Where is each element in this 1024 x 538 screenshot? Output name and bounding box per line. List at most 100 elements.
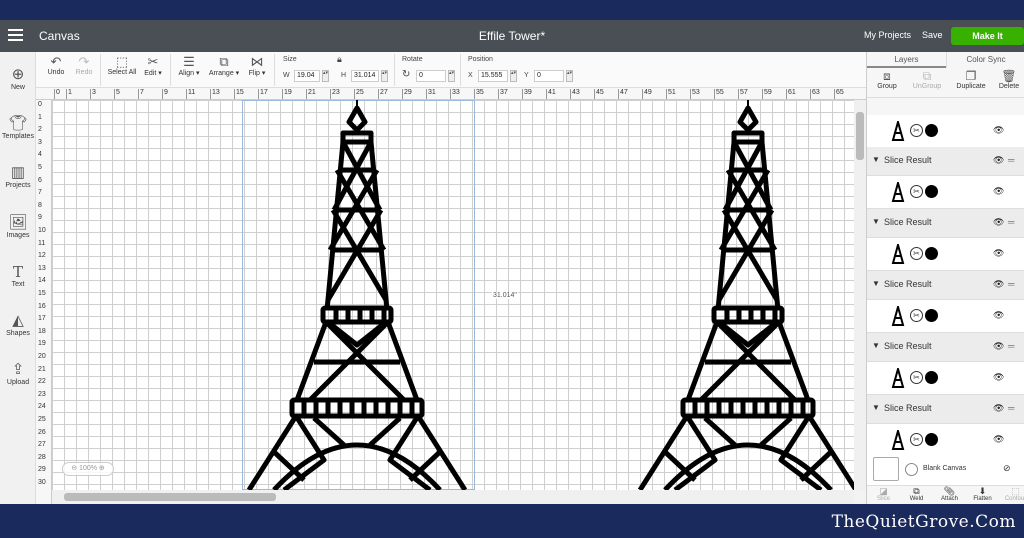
visibility-eye-icon[interactable]: 👁︎ bbox=[993, 310, 1004, 321]
ruler-tick-label: 5 bbox=[114, 89, 120, 99]
y-position-stepper[interactable]: ▴▾ bbox=[566, 70, 573, 82]
arrange-menu-button[interactable]: ⧉ Arrange ▾ bbox=[206, 55, 242, 78]
width-input[interactable]: 19.04 bbox=[294, 70, 320, 82]
x-label: X bbox=[468, 72, 473, 79]
layer-group-header[interactable]: ▼ Slice Result 👁︎ ═ bbox=[867, 209, 1024, 238]
layer-group-header[interactable]: ▼ Slice Result 👁︎ ═ bbox=[867, 271, 1024, 300]
horizontal-scroll-thumb[interactable] bbox=[64, 493, 276, 501]
layer-color-swatch[interactable] bbox=[925, 247, 938, 260]
edit-menu-button[interactable]: ✂ Edit ▾ bbox=[140, 55, 166, 78]
visibility-eye-icon[interactable]: 👁︎ bbox=[993, 155, 1004, 166]
layer-color-swatch[interactable] bbox=[925, 185, 938, 198]
redo-button[interactable]: ↷ Redo bbox=[72, 55, 96, 77]
make-it-button[interactable]: Make It bbox=[951, 27, 1024, 45]
align-menu-button[interactable]: ☰ Align ▾ bbox=[174, 55, 204, 78]
visibility-eye-icon[interactable]: 👁︎ bbox=[993, 125, 1004, 136]
zoom-control[interactable]: ⊖ 100% ⊕ bbox=[62, 462, 114, 476]
collapse-chevron-icon[interactable]: ▼ bbox=[872, 217, 880, 226]
tab-color-sync[interactable]: Color Sync bbox=[946, 52, 1024, 68]
layer-item[interactable]: ✂ 👁︎ bbox=[867, 362, 1024, 395]
horizontal-scrollbar[interactable] bbox=[52, 490, 854, 504]
delete-button[interactable]: 🗑︎ Delete bbox=[993, 70, 1024, 91]
flatten-button[interactable]: ⬇ Flatten bbox=[966, 486, 999, 502]
operation-cut-icon[interactable]: ✂ bbox=[910, 309, 923, 322]
eiffel-tower-right[interactable] bbox=[635, 100, 854, 490]
ruler-tick-label: 31 bbox=[426, 89, 436, 99]
drag-handle-icon[interactable]: ═ bbox=[1008, 403, 1014, 413]
layer-color-swatch[interactable] bbox=[925, 433, 938, 446]
select-all-button[interactable]: ⬚ Select All bbox=[106, 55, 138, 77]
rotate-stepper[interactable]: ▴▾ bbox=[448, 70, 455, 82]
visibility-eye-icon[interactable]: 👁︎ bbox=[993, 403, 1004, 414]
layer-group-header[interactable]: ▼ Slice Result 👁︎ ═ bbox=[867, 333, 1024, 362]
visibility-eye-icon[interactable]: 👁︎ bbox=[993, 341, 1004, 352]
operation-cut-icon[interactable]: ✂ bbox=[910, 371, 923, 384]
vertical-scroll-thumb[interactable] bbox=[856, 112, 864, 160]
visibility-eye-icon[interactable]: 👁︎ bbox=[993, 248, 1004, 259]
visibility-eye-icon[interactable]: 👁︎ bbox=[993, 279, 1004, 290]
visibility-eye-icon[interactable]: 👁︎ bbox=[993, 217, 1004, 228]
operation-cut-icon[interactable]: ✂ bbox=[910, 124, 923, 137]
layer-color-swatch[interactable] bbox=[925, 309, 938, 322]
flip-icon: ⋈ bbox=[250, 54, 264, 69]
contour-button[interactable]: ⬚Contour bbox=[999, 486, 1024, 502]
blank-canvas-swatch[interactable] bbox=[873, 457, 899, 481]
duplicate-button[interactable]: ❐ Duplicate bbox=[951, 70, 991, 91]
vertical-scrollbar[interactable] bbox=[854, 100, 866, 490]
weld-button[interactable]: ⧉ Weld bbox=[900, 486, 933, 502]
operation-cut-icon[interactable]: ✂ bbox=[910, 185, 923, 198]
undo-button[interactable]: ↶ Undo bbox=[44, 55, 68, 77]
width-stepper[interactable]: ▴▾ bbox=[322, 70, 329, 82]
blank-canvas-color-circle[interactable] bbox=[905, 463, 918, 476]
x-position-stepper[interactable]: ▴▾ bbox=[510, 70, 517, 82]
layer-group-header[interactable]: ▼ Slice Result 👁︎ ═ bbox=[867, 147, 1024, 176]
drag-handle-icon[interactable]: ═ bbox=[1008, 155, 1014, 165]
collapse-chevron-icon[interactable]: ▼ bbox=[872, 279, 880, 288]
drag-handle-icon[interactable]: ═ bbox=[1008, 217, 1014, 227]
blank-canvas-row[interactable]: Blank Canvas ⊘ bbox=[867, 452, 1024, 486]
visibility-eye-icon[interactable]: 👁︎ bbox=[993, 372, 1004, 383]
sidebar-item-text[interactable]: T Text bbox=[0, 263, 36, 288]
sidebar-item-shapes[interactable]: ◭ Shapes bbox=[0, 312, 36, 337]
slice-button[interactable]: ◪ Slice bbox=[867, 486, 900, 502]
sidebar-item-images[interactable]: 🖼︎ Images bbox=[0, 214, 36, 239]
layer-item[interactable]: ✂ 👁︎ bbox=[867, 300, 1024, 333]
layer-color-swatch[interactable] bbox=[925, 371, 938, 384]
operation-cut-icon[interactable]: ✂ bbox=[910, 433, 923, 446]
ruler-tick-label: 11 bbox=[38, 239, 46, 247]
drag-handle-icon[interactable]: ═ bbox=[1008, 341, 1014, 351]
lock-icon[interactable]: 🔒︎ bbox=[337, 54, 342, 65]
tab-layers[interactable]: Layers bbox=[867, 52, 946, 68]
layer-item[interactable]: ✂ 👁︎ bbox=[867, 238, 1024, 271]
collapse-chevron-icon[interactable]: ▼ bbox=[872, 403, 880, 412]
hidden-eye-icon[interactable]: ⊘ bbox=[1003, 463, 1011, 474]
rotate-input[interactable]: 0 bbox=[416, 70, 446, 82]
design-canvas[interactable]: 31.014" ⊖ 100% ⊕ bbox=[52, 100, 854, 490]
layer-color-swatch[interactable] bbox=[925, 124, 938, 137]
y-position-input[interactable]: 0 bbox=[534, 70, 564, 82]
drag-handle-icon[interactable]: ═ bbox=[1008, 279, 1014, 289]
height-input[interactable]: 31.014 bbox=[351, 70, 379, 82]
operation-cut-icon[interactable]: ✂ bbox=[910, 247, 923, 260]
save-button[interactable]: Save bbox=[922, 30, 943, 40]
layer-item[interactable]: ✂ 👁︎ bbox=[867, 115, 1024, 148]
visibility-eye-icon[interactable]: 👁︎ bbox=[993, 434, 1004, 445]
x-position-input[interactable]: 15.555 bbox=[478, 70, 508, 82]
attach-button[interactable]: 📎︎ Attach bbox=[933, 486, 966, 502]
collapse-chevron-icon[interactable]: ▼ bbox=[872, 341, 880, 350]
sidebar-item-templates[interactable]: 👕︎ Templates bbox=[0, 115, 36, 140]
sidebar-item-projects[interactable]: ▥ Projects bbox=[0, 164, 36, 189]
my-projects-link[interactable]: My Projects bbox=[864, 30, 911, 40]
layer-item[interactable]: ✂ 👁︎ bbox=[867, 176, 1024, 209]
group-button[interactable]: ⧈ Group bbox=[867, 70, 907, 91]
flip-menu-button[interactable]: ⋈ Flip ▾ bbox=[244, 54, 270, 78]
layer-group-header[interactable]: ▼ Slice Result 👁︎ ═ bbox=[867, 395, 1024, 424]
eiffel-tower-left[interactable] bbox=[244, 100, 474, 490]
height-stepper[interactable]: ▴▾ bbox=[381, 70, 388, 82]
collapse-chevron-icon[interactable]: ▼ bbox=[872, 155, 880, 164]
sidebar-item-new[interactable]: ⊕ New bbox=[0, 66, 36, 91]
ruler-tick-label: 26 bbox=[38, 428, 46, 436]
sidebar-item-upload[interactable]: ⇪ Upload bbox=[0, 361, 36, 386]
ungroup-button[interactable]: ⧉ UnGroup bbox=[907, 70, 947, 91]
visibility-eye-icon[interactable]: 👁︎ bbox=[993, 186, 1004, 197]
